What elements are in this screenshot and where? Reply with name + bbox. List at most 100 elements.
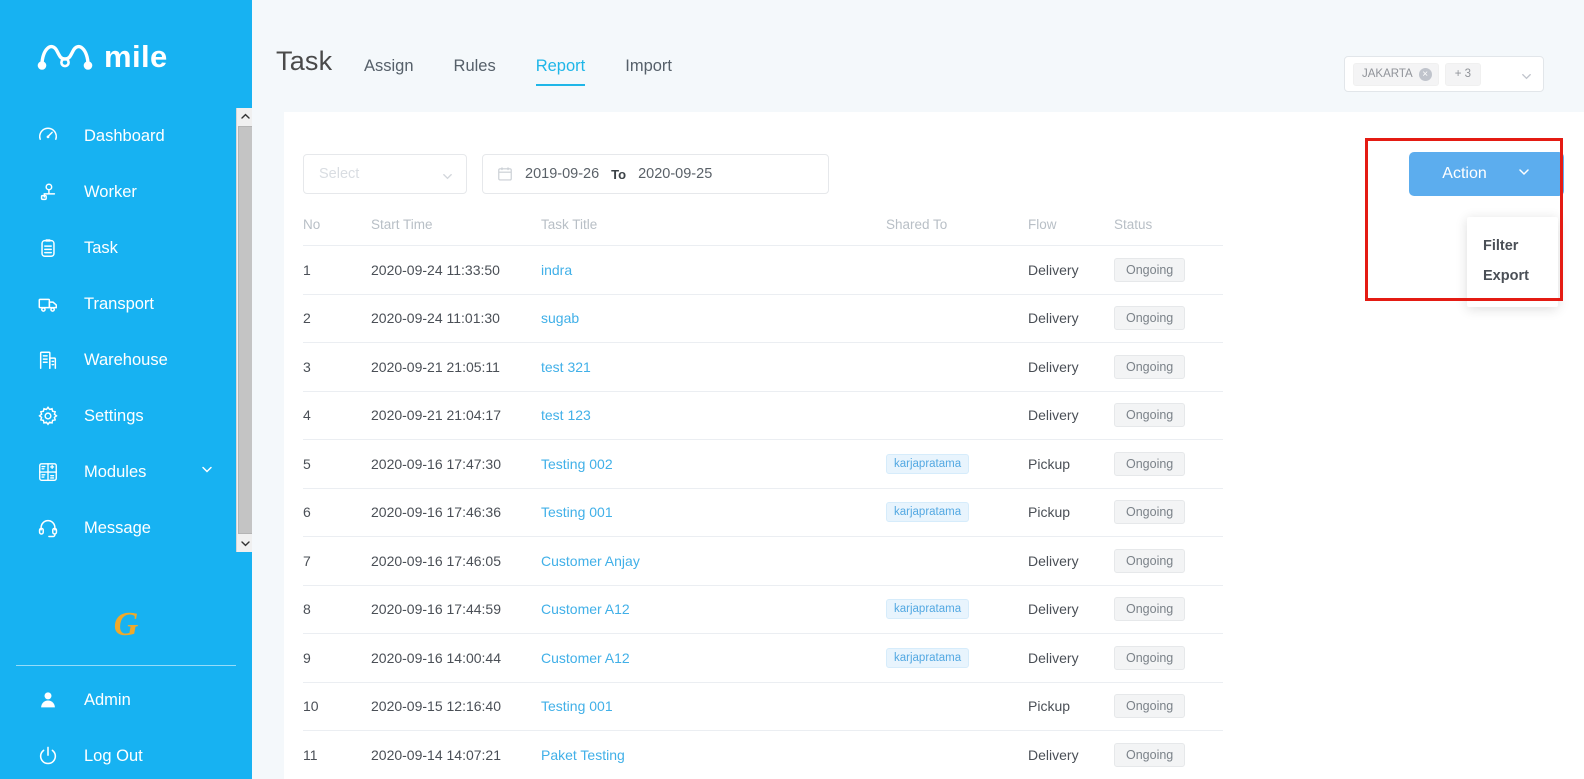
scroll-up-button[interactable] — [237, 108, 252, 125]
table-row[interactable]: 6 2020-09-16 17:46:36 Testing 001 karjaprat… — [303, 489, 1223, 537]
cell-flow: Delivery — [1028, 649, 1079, 666]
date-end[interactable]: 2020-09-25 — [638, 166, 712, 182]
page-header: Task Assign Rules Report Import JAKARTA … — [252, 0, 1584, 112]
task-title-link[interactable]: indra — [541, 262, 572, 278]
cell-task-title: Customer A12 — [541, 650, 886, 666]
filter-bar: Select 2019-09-26 To 2020-09-25 — [303, 154, 829, 194]
user-icon — [36, 688, 60, 712]
cell-task-title: Customer A12 — [541, 601, 886, 617]
calendar-icon — [497, 166, 513, 182]
cell-status: Ongoing — [1114, 742, 1214, 767]
scroll-down-button[interactable] — [237, 535, 252, 552]
sidebar-item-task[interactable]: Task — [0, 220, 252, 276]
report-table: No Start Time Task Title Shared To Flow … — [303, 204, 1223, 779]
menu-item-filter[interactable]: Filter — [1467, 231, 1558, 261]
sidebar-nav: Dashboard Worker Task Transport Warehous… — [0, 108, 252, 556]
sidebar-item-label: Transport — [84, 294, 154, 313]
status-badge: Ongoing — [1114, 306, 1186, 331]
cell-task-title: Testing 001 — [541, 504, 886, 520]
task-title-link[interactable]: Customer A12 — [541, 650, 630, 666]
sidebar-item-label: Modules — [84, 462, 147, 481]
status-badge: Ongoing — [1114, 500, 1186, 525]
close-circle-icon[interactable]: × — [1418, 67, 1432, 81]
table-row[interactable]: 4 2020-09-21 21:04:17 test 123 Delivery Ongo… — [303, 392, 1223, 440]
cell-no: 2 — [303, 310, 311, 327]
sidebar-bottom-nav: Admin Log Out — [0, 672, 252, 779]
sidebar-item-warehouse[interactable]: Warehouse — [0, 332, 252, 388]
cell-start-time: 2020-09-16 17:47:30 — [371, 455, 501, 472]
chevron-down-icon[interactable] — [1520, 70, 1533, 88]
task-title-link[interactable]: test 321 — [541, 359, 591, 375]
task-title-link[interactable]: test 123 — [541, 407, 591, 423]
date-start[interactable]: 2019-09-26 — [525, 166, 599, 182]
cell-task-title: sugab — [541, 310, 886, 326]
status-select[interactable]: Select — [303, 154, 467, 194]
cell-shared-to: karjapratama — [886, 599, 1028, 620]
table-row[interactable]: 9 2020-09-16 14:00:44 Customer A12 karjapra… — [303, 634, 1223, 683]
cell-no: 3 — [303, 358, 311, 375]
cell-no: 9 — [303, 649, 311, 666]
task-title-link[interactable]: Customer Anjay — [541, 553, 640, 569]
table-row[interactable]: 3 2020-09-21 21:05:11 test 321 Delivery Ongo… — [303, 343, 1223, 392]
page-title: Task — [276, 46, 333, 76]
task-title-link[interactable]: Testing 002 — [541, 456, 613, 472]
action-dropdown-menu: Filter Export — [1467, 217, 1558, 307]
sidebar-item-worker[interactable]: Worker — [0, 164, 252, 220]
cell-flow: Pickup — [1028, 455, 1071, 472]
sidebar-item-label: Log Out — [84, 746, 143, 765]
table-row[interactable]: 1 2020-09-24 11:33:50 indra Delivery Ongoing — [303, 246, 1223, 295]
task-title-link[interactable]: Paket Testing — [541, 747, 625, 763]
sidebar-item-transport[interactable]: Transport — [0, 276, 252, 332]
table-row[interactable]: 7 2020-09-16 17:46:05 Customer Anjay Delive… — [303, 537, 1223, 586]
region-more-count[interactable]: + 3 — [1444, 62, 1482, 86]
power-icon — [36, 744, 60, 768]
cell-flow: Delivery — [1028, 601, 1079, 618]
sidebar-item-logout[interactable]: Log Out — [0, 728, 252, 779]
shared-to-tag: karjapratama — [886, 647, 970, 668]
scrollbar-thumb[interactable] — [238, 126, 252, 534]
brand-mark-g: G — [113, 606, 139, 643]
sidebar-divider — [16, 665, 236, 666]
status-badge: Ongoing — [1114, 694, 1186, 719]
column-header-no: No — [303, 217, 321, 232]
sidebar-scrollbar[interactable] — [236, 108, 252, 552]
task-title-link[interactable]: Testing 001 — [541, 504, 613, 520]
table-row[interactable]: 8 2020-09-16 17:44:59 Customer A12 karjapra… — [303, 586, 1223, 634]
chevron-down-icon[interactable] — [200, 463, 214, 482]
cell-shared-to: karjapratama — [886, 453, 1028, 474]
region-tag-jakarta[interactable]: JAKARTA × — [1353, 62, 1439, 86]
status-badge: Ongoing — [1114, 451, 1186, 476]
brand-logo[interactable]: mile — [0, 0, 252, 84]
cell-start-time: 2020-09-14 14:07:21 — [371, 746, 501, 763]
cell-status: Ongoing — [1114, 548, 1214, 573]
sidebar-item-message[interactable]: Message — [0, 500, 252, 556]
region-multiselect[interactable]: JAKARTA × + 3 — [1344, 56, 1544, 92]
tab-assign[interactable]: Assign — [364, 57, 414, 86]
task-title-link[interactable]: Testing 001 — [541, 698, 613, 714]
column-header-flow: Flow — [1028, 217, 1057, 232]
table-row[interactable]: 5 2020-09-16 17:47:30 Testing 002 karjaprat… — [303, 440, 1223, 489]
menu-item-export[interactable]: Export — [1467, 261, 1558, 291]
date-range-picker[interactable]: 2019-09-26 To 2020-09-25 — [482, 154, 829, 194]
table-row[interactable]: 2 2020-09-24 11:01:30 sugab Delivery Ongoing — [303, 295, 1223, 343]
task-title-link[interactable]: Customer A12 — [541, 601, 630, 617]
main-area: Task Assign Rules Report Import JAKARTA … — [252, 0, 1584, 779]
table-row[interactable]: 11 2020-09-14 14:07:21 Paket Testing Delive… — [303, 731, 1223, 779]
status-badge: Ongoing — [1114, 403, 1186, 428]
action-button[interactable]: Action — [1409, 152, 1564, 196]
cell-start-time: 2020-09-24 11:33:50 — [371, 261, 500, 278]
table-row[interactable]: 10 2020-09-15 12:16:40 Testing 001 Pickup On… — [303, 683, 1223, 731]
action-area: Action Filter Export — [1409, 152, 1564, 307]
tab-report[interactable]: Report — [535, 57, 586, 87]
tab-rules[interactable]: Rules — [454, 57, 496, 86]
sidebar-item-dashboard[interactable]: Dashboard — [0, 108, 252, 164]
status-badge: Ongoing — [1114, 548, 1186, 573]
sidebar-item-admin[interactable]: Admin — [0, 672, 252, 728]
chevron-down-icon[interactable] — [441, 170, 454, 188]
tab-import[interactable]: Import — [625, 57, 672, 86]
status-badge: Ongoing — [1114, 597, 1186, 622]
task-title-link[interactable]: sugab — [541, 310, 579, 326]
sidebar-item-modules[interactable]: Modules — [0, 444, 252, 500]
cell-task-title: Testing 001 — [541, 698, 886, 714]
sidebar-item-settings[interactable]: Settings — [0, 388, 252, 444]
